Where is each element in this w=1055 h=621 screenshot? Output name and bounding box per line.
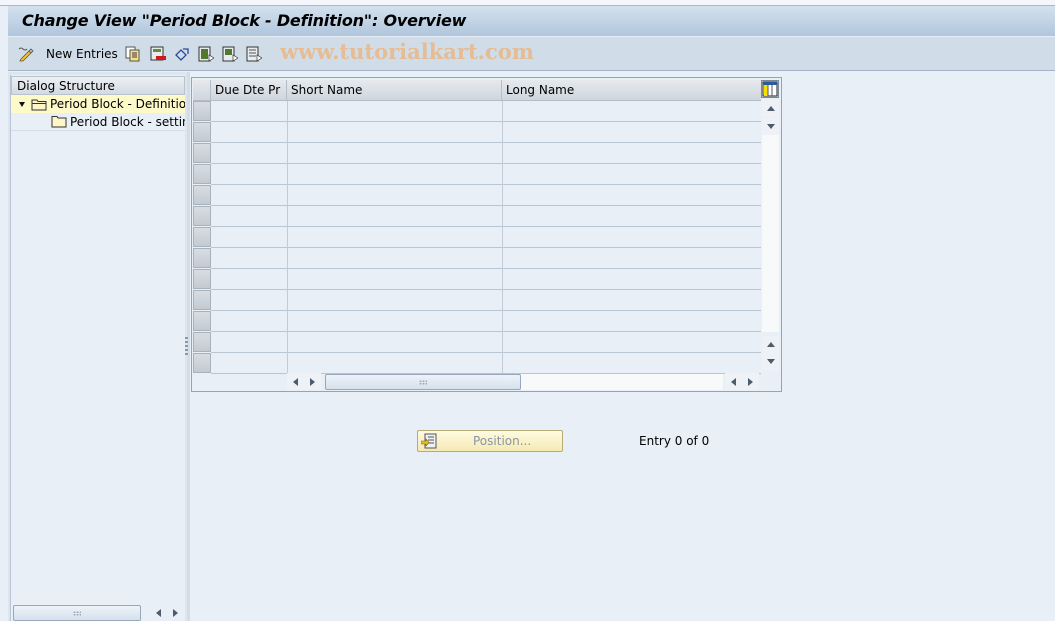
tree-node-label: Period Block - Definition: [50, 97, 185, 111]
undo-change-button[interactable]: [174, 45, 190, 62]
row-selector[interactable]: [193, 122, 211, 142]
table-scroll-right-end-button[interactable]: [742, 373, 759, 390]
column-divider: [287, 101, 288, 373]
delete-button[interactable]: [150, 45, 166, 62]
expand-arrow-icon[interactable]: [19, 101, 25, 107]
tree-hscroll-thumb[interactable]: [13, 605, 141, 621]
table-row: [211, 205, 761, 206]
dialog-structure-panel: [10, 75, 185, 621]
table-scroll-left-end-button[interactable]: [725, 373, 742, 390]
table-vscroll-track[interactable]: [762, 135, 779, 332]
row-selector[interactable]: [193, 332, 211, 352]
deselect-all-icon: [246, 46, 263, 62]
table-settings-icon: [762, 81, 778, 97]
tree-scroll-left-button[interactable]: [150, 604, 167, 621]
select-block-icon: [222, 46, 239, 62]
column-header-due-dte-pr[interactable]: Due Dte Pr: [211, 80, 287, 101]
table-row: [211, 121, 761, 122]
column-header-short-name[interactable]: Short Name: [287, 80, 502, 101]
arrow-left-icon: [731, 377, 736, 386]
new-entries-label: New Entries: [46, 46, 118, 61]
arrow-left-icon: [293, 377, 298, 386]
select-block-button[interactable]: [222, 45, 239, 62]
arrow-up-icon: [766, 106, 775, 111]
tree-node-label: Period Block - setting: [70, 114, 185, 129]
watermark-text: www.tutorialkart.com: [280, 39, 534, 64]
arrow-right-icon: [310, 377, 315, 386]
row-selector[interactable]: [193, 353, 211, 373]
undo-change-icon: [174, 46, 190, 62]
arrow-left-icon: [156, 608, 161, 617]
grip-dots-icon: [419, 379, 427, 385]
row-selector[interactable]: [193, 290, 211, 310]
column-header-long-name[interactable]: Long Name: [502, 80, 761, 101]
arrow-down-icon: [766, 359, 775, 364]
table-row: [211, 226, 761, 227]
table-hscroll-thumb[interactable]: [325, 374, 521, 390]
table-scroll-up-button[interactable]: [762, 100, 779, 117]
folder-open-icon: [31, 98, 48, 111]
arrow-right-icon: [173, 608, 178, 617]
position-button[interactable]: Position...: [417, 430, 563, 452]
tree-node-period-block-definition[interactable]: Period Block - Definition: [11, 95, 185, 113]
tree-node-period-block-setting[interactable]: Period Block - setting: [11, 113, 185, 131]
copy-as-button[interactable]: [125, 45, 141, 62]
select-all-button[interactable]: [198, 45, 215, 62]
table-scroll-left-button[interactable]: [287, 373, 304, 390]
position-icon: [420, 433, 437, 449]
table-row: [211, 142, 761, 143]
row-selector[interactable]: [193, 269, 211, 289]
title-bar: Change View "Period Block - Definition":…: [8, 6, 1055, 37]
arrow-down-icon: [766, 124, 775, 129]
display-change-button[interactable]: [18, 45, 34, 62]
copy-as-icon: [125, 46, 141, 62]
folder-icon: [51, 115, 68, 128]
table-row: [211, 352, 761, 353]
row-selector[interactable]: [193, 206, 211, 226]
table-row: [211, 268, 761, 269]
row-selector[interactable]: [193, 311, 211, 331]
deselect-all-button[interactable]: [246, 45, 263, 62]
application-toolbar: New Entries www.tutorialkart.com: [8, 37, 1055, 71]
table-row: [211, 247, 761, 248]
table-row: [211, 289, 761, 290]
select-all-icon: [198, 46, 215, 62]
tree-scroll-right-button[interactable]: [167, 604, 184, 621]
table-row: [211, 331, 761, 332]
table-scroll-down-button[interactable]: [762, 118, 779, 135]
row-selector[interactable]: [193, 227, 211, 247]
table-hscroll-track[interactable]: [521, 374, 723, 390]
row-selector[interactable]: [193, 143, 211, 163]
table-page-up-button[interactable]: [762, 336, 779, 353]
table-row: [211, 163, 761, 164]
grip-dots-icon: [73, 610, 81, 616]
row-selector[interactable]: [193, 164, 211, 184]
table-row: [211, 184, 761, 185]
table-page-down-button[interactable]: [762, 353, 779, 370]
position-button-label: Position...: [473, 434, 532, 448]
entry-count-text: Entry 0 of 0: [639, 434, 710, 448]
row-selector[interactable]: [193, 248, 211, 268]
table-row: [211, 310, 761, 311]
dialog-structure-header: Dialog Structure: [11, 76, 185, 95]
delete-icon: [150, 46, 166, 62]
table-scroll-right-button[interactable]: [304, 373, 321, 390]
select-all-rows-header[interactable]: [193, 80, 211, 101]
row-selector[interactable]: [193, 101, 211, 121]
column-settings-button[interactable]: [761, 80, 779, 98]
new-entries-button[interactable]: New Entries: [46, 45, 118, 62]
table-control: [191, 77, 782, 392]
splitter-grip-icon[interactable]: [185, 337, 188, 357]
page-title: Change View "Period Block - Definition":…: [22, 11, 467, 30]
row-selector[interactable]: [193, 185, 211, 205]
edit-pencil-icon: [18, 46, 34, 62]
column-divider: [502, 101, 503, 373]
arrow-up-icon: [766, 342, 775, 347]
arrow-right-icon: [748, 377, 753, 386]
